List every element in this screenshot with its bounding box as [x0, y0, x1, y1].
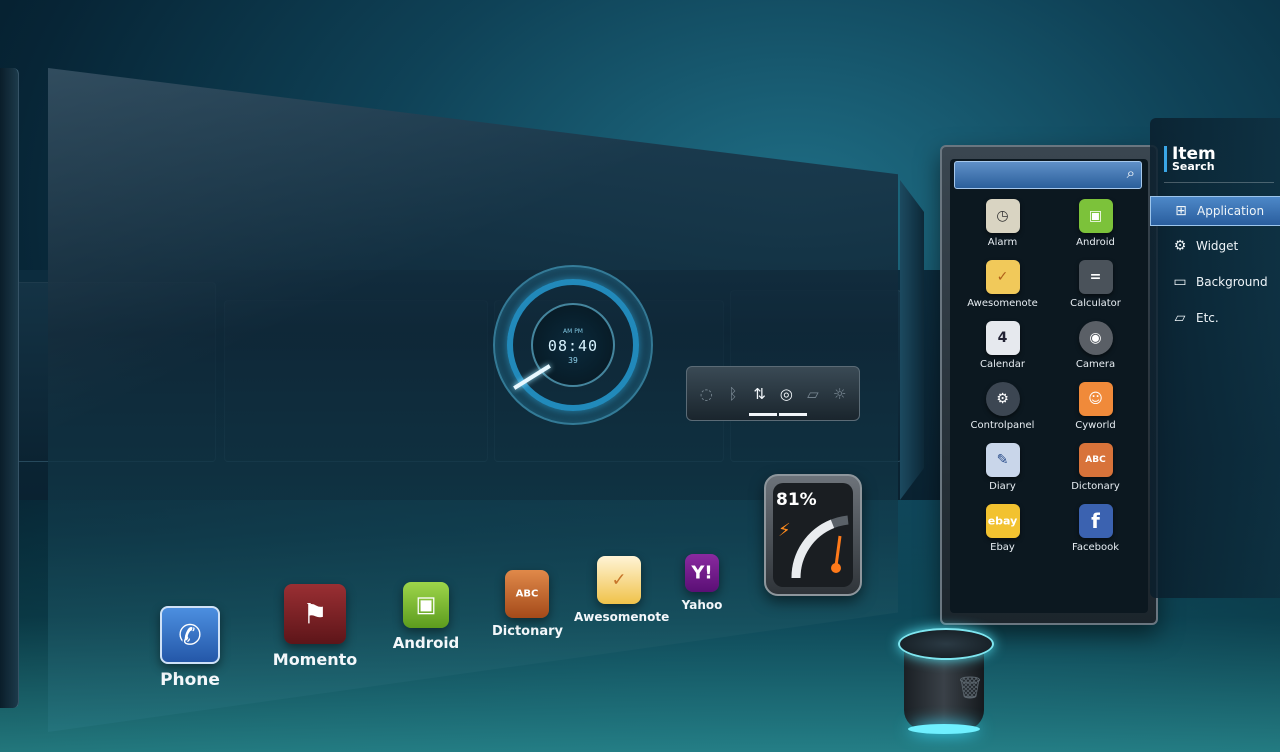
- clock-seconds: 39: [568, 356, 578, 365]
- battery-gauge-icon: [791, 515, 849, 579]
- gps-icon[interactable]: ◎: [775, 385, 797, 403]
- app-label: Ebay: [990, 542, 1015, 553]
- monitor-icon: ▭: [1173, 274, 1187, 290]
- menu-divider: [1164, 182, 1274, 183]
- app-label: Awesomenote: [967, 298, 1038, 309]
- dock-label: Android: [392, 634, 460, 652]
- note-icon: ✓: [985, 260, 1020, 294]
- menu-title-accent: [1164, 146, 1167, 172]
- cyworld-icon: ☺: [1078, 382, 1113, 416]
- app-awesomenote[interactable]: ✓ Awesomenote: [956, 260, 1049, 309]
- app-label: Controlpanel: [970, 420, 1035, 431]
- menu-item-application[interactable]: ⊞ Application: [1150, 196, 1280, 226]
- bookmark-icon: ⚑: [284, 584, 346, 644]
- dock-label: Awesomenote: [574, 610, 670, 624]
- bluetooth-icon[interactable]: ᛒ: [722, 385, 744, 403]
- app-label: Alarm: [987, 237, 1018, 248]
- menu-item-background[interactable]: ▭ Background: [1150, 268, 1280, 296]
- dock-label: Dictonary: [492, 624, 564, 639]
- ebay-icon: ebay: [985, 504, 1020, 538]
- brightness-icon[interactable]: ☼: [829, 385, 851, 403]
- camera-icon: ◉: [1078, 321, 1113, 355]
- menu-item-etc[interactable]: ▱ Etc.: [1150, 304, 1280, 332]
- app-drawer: ⌕ ◷ Alarm ▣ Android ✓ Awesomenote = Calc…: [940, 145, 1158, 625]
- dock-label: Yahoo: [681, 598, 723, 612]
- menu-item-label: Widget: [1196, 239, 1239, 253]
- gear-icon: ⚙: [1173, 238, 1187, 254]
- book-icon: ABC: [505, 570, 549, 618]
- app-diary[interactable]: ✎ Diary: [956, 443, 1049, 492]
- app-label: Diary: [989, 481, 1016, 492]
- dock-item-momento[interactable]: ⚑ Momento: [270, 584, 360, 669]
- search-bar[interactable]: ⌕: [954, 161, 1142, 189]
- dock-item-dictonary[interactable]: ABC Dictonary: [492, 570, 564, 639]
- app-dictonary[interactable]: ABC Dictonary: [1049, 443, 1142, 492]
- app-label: Facebook: [1072, 542, 1119, 553]
- folder-icon: ▱: [1174, 310, 1186, 326]
- quick-toggle-widget: ◌ ᛒ ⇅ ◎ ▱ ☼: [686, 366, 860, 421]
- book-icon: ABC: [1078, 443, 1113, 477]
- app-label: Android: [1076, 237, 1115, 248]
- dock-label: Phone: [160, 670, 220, 690]
- calculator-icon: =: [1078, 260, 1113, 294]
- rotate-icon[interactable]: ▱: [802, 385, 824, 403]
- note-icon: ✓: [597, 556, 641, 604]
- app-calculator[interactable]: = Calculator: [1049, 260, 1142, 309]
- menu-subtitle: Search: [1172, 160, 1215, 173]
- trash-bin[interactable]: 🗑: [898, 628, 994, 736]
- app-label: Dictonary: [1071, 481, 1120, 492]
- phone-icon: ✆: [160, 606, 220, 664]
- app-label: Calendar: [980, 359, 1025, 370]
- item-search-menu: Item Search ⊞ Application ⚙ Widget ▭ Bac…: [1150, 118, 1280, 598]
- menu-item-widget[interactable]: ⚙ Widget: [1150, 232, 1280, 260]
- gps-indicator: [779, 413, 807, 416]
- charging-bolt-icon: ⚡: [778, 520, 791, 541]
- app-camera[interactable]: ◉ Camera: [1049, 321, 1142, 370]
- trash-bin-glow: [908, 724, 980, 734]
- dock-item-android[interactable]: ▣ Android: [390, 582, 462, 652]
- trash-icon: 🗑: [956, 676, 984, 701]
- clock-ampm: AM PM: [563, 328, 583, 335]
- dock-item-awesomenote[interactable]: ✓ Awesomenote: [574, 556, 670, 624]
- menu-item-label: Background: [1196, 275, 1268, 289]
- menu-item-label: Etc.: [1196, 311, 1219, 325]
- android-icon: ▣: [1078, 199, 1113, 233]
- controlpanel-icon: ⚙: [985, 382, 1020, 416]
- app-calendar[interactable]: 4 Calendar: [956, 321, 1049, 370]
- diary-icon: ✎: [985, 443, 1020, 477]
- app-android[interactable]: ▣ Android: [1049, 199, 1142, 248]
- facebook-icon: f: [1078, 504, 1113, 538]
- dock-item-phone[interactable]: ✆ Phone: [154, 606, 226, 690]
- dock-item-yahoo[interactable]: Y! Yahoo: [676, 554, 728, 612]
- app-controlpanel[interactable]: ⚙ Controlpanel: [956, 382, 1049, 431]
- app-cyworld[interactable]: ☺ Cyworld: [1049, 382, 1142, 431]
- menu-item-label: Application: [1197, 204, 1265, 218]
- app-label: Cyworld: [1075, 420, 1116, 431]
- grid-icon: ⊞: [1175, 203, 1187, 219]
- app-label: Camera: [1075, 359, 1116, 370]
- yahoo-icon: Y!: [685, 554, 719, 592]
- app-alarm[interactable]: ◷ Alarm: [956, 199, 1049, 248]
- battery-widget[interactable]: 81% ⚡: [764, 474, 862, 596]
- previous-screen-edge[interactable]: [0, 68, 19, 708]
- calendar-icon: 4: [985, 321, 1020, 355]
- dock-label: Momento: [272, 650, 358, 669]
- wifi-icon[interactable]: ◌: [695, 385, 717, 403]
- alarm-icon: ◷: [985, 199, 1020, 233]
- android-icon: ▣: [403, 582, 449, 628]
- data-sync-icon[interactable]: ⇅: [749, 385, 771, 403]
- data-sync-indicator: [749, 413, 777, 416]
- trash-bin-lid: [898, 628, 994, 660]
- app-ebay[interactable]: ebay Ebay: [956, 504, 1049, 553]
- app-grid: ◷ Alarm ▣ Android ✓ Awesomenote = Calcul…: [956, 199, 1142, 553]
- clock-time: 08:40: [547, 337, 599, 355]
- app-label: Calculator: [1070, 298, 1121, 309]
- search-icon[interactable]: ⌕: [1127, 164, 1135, 182]
- screen-side-edge: [900, 180, 924, 500]
- app-facebook[interactable]: f Facebook: [1049, 504, 1142, 553]
- clock-widget[interactable]: AM PM 08:40 39: [493, 265, 653, 425]
